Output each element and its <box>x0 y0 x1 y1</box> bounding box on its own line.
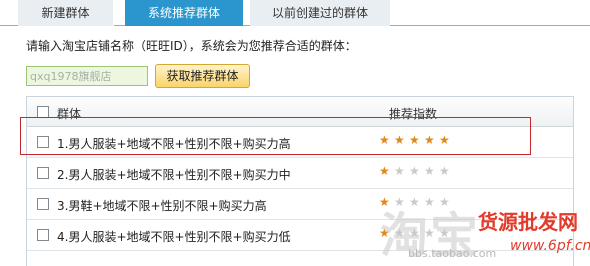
star-empty-icon: ★ <box>409 195 420 209</box>
star-empty-icon: ★ <box>394 164 405 178</box>
star-empty-icon: ★ <box>394 226 405 240</box>
star-filled-icon: ★ <box>394 133 405 147</box>
table-row: 4.男人服装+地域不限+性别不限+购买力低 ★ ★ ★ ★ ★ <box>27 220 573 251</box>
row-checkbox[interactable] <box>37 198 49 210</box>
column-header-index: 推荐指数 <box>389 107 438 121</box>
star-empty-icon: ★ <box>439 195 450 209</box>
tab-previous-groups[interactable]: 以前创建过的群体 <box>250 0 390 26</box>
row-label: 4.男人服装+地域不限+性别不限+购买力低 <box>57 230 291 244</box>
star-empty-icon: ★ <box>409 226 420 240</box>
row-label: 1.男人服装+地域不限+性别不限+购买力高 <box>57 137 291 151</box>
select-all-checkbox[interactable] <box>37 106 49 118</box>
get-recommended-button[interactable]: 获取推荐群体 <box>155 64 250 88</box>
star-filled-icon: ★ <box>379 226 390 240</box>
row-checkbox[interactable] <box>37 229 49 241</box>
star-filled-icon: ★ <box>379 133 390 147</box>
star-filled-icon: ★ <box>439 133 450 147</box>
star-empty-icon: ★ <box>439 164 450 178</box>
star-empty-icon: ★ <box>394 195 405 209</box>
tab-new-group[interactable]: 新建群体 <box>18 0 114 26</box>
star-filled-icon: ★ <box>424 133 435 147</box>
star-empty-icon: ★ <box>424 226 435 240</box>
shop-name-input[interactable] <box>26 66 148 86</box>
table-row: 2.男人服装+地域不限+性别不限+购买力中 ★ ★ ★ ★ ★ <box>27 158 573 189</box>
star-empty-icon: ★ <box>424 195 435 209</box>
star-filled-icon: ★ <box>379 164 390 178</box>
tab-system-recommended[interactable]: 系统推荐群体 <box>125 0 243 26</box>
star-empty-icon: ★ <box>424 164 435 178</box>
row-label: 3.男鞋+地域不限+性别不限+购买力高 <box>57 199 267 213</box>
row-checkbox[interactable] <box>37 136 49 148</box>
star-filled-icon: ★ <box>379 195 390 209</box>
star-filled-icon: ★ <box>409 133 420 147</box>
tab-bar: 新建群体 系统推荐群体 以前创建过的群体 <box>0 0 590 26</box>
instruction-text: 请输入淘宝店铺名称（旺旺ID），系统会为您推荐合适的群体： <box>26 39 357 53</box>
table-header: 群体 推荐指数 <box>27 97 573 127</box>
star-empty-icon: ★ <box>409 164 420 178</box>
recommend-table: 群体 推荐指数 1.男人服装+地域不限+性别不限+购买力高 ★ ★ ★ ★ ★ 2.男人… <box>26 96 574 266</box>
row-label: 2.男人服装+地域不限+性别不限+购买力中 <box>57 168 291 182</box>
row-checkbox[interactable] <box>37 167 49 179</box>
table-row: 3.男鞋+地域不限+性别不限+购买力高 ★ ★ ★ ★ ★ <box>27 189 573 220</box>
column-header-group: 群体 <box>57 107 82 121</box>
star-empty-icon: ★ <box>439 226 450 240</box>
table-row: 1.男人服装+地域不限+性别不限+购买力高 ★ ★ ★ ★ ★ <box>27 127 573 158</box>
